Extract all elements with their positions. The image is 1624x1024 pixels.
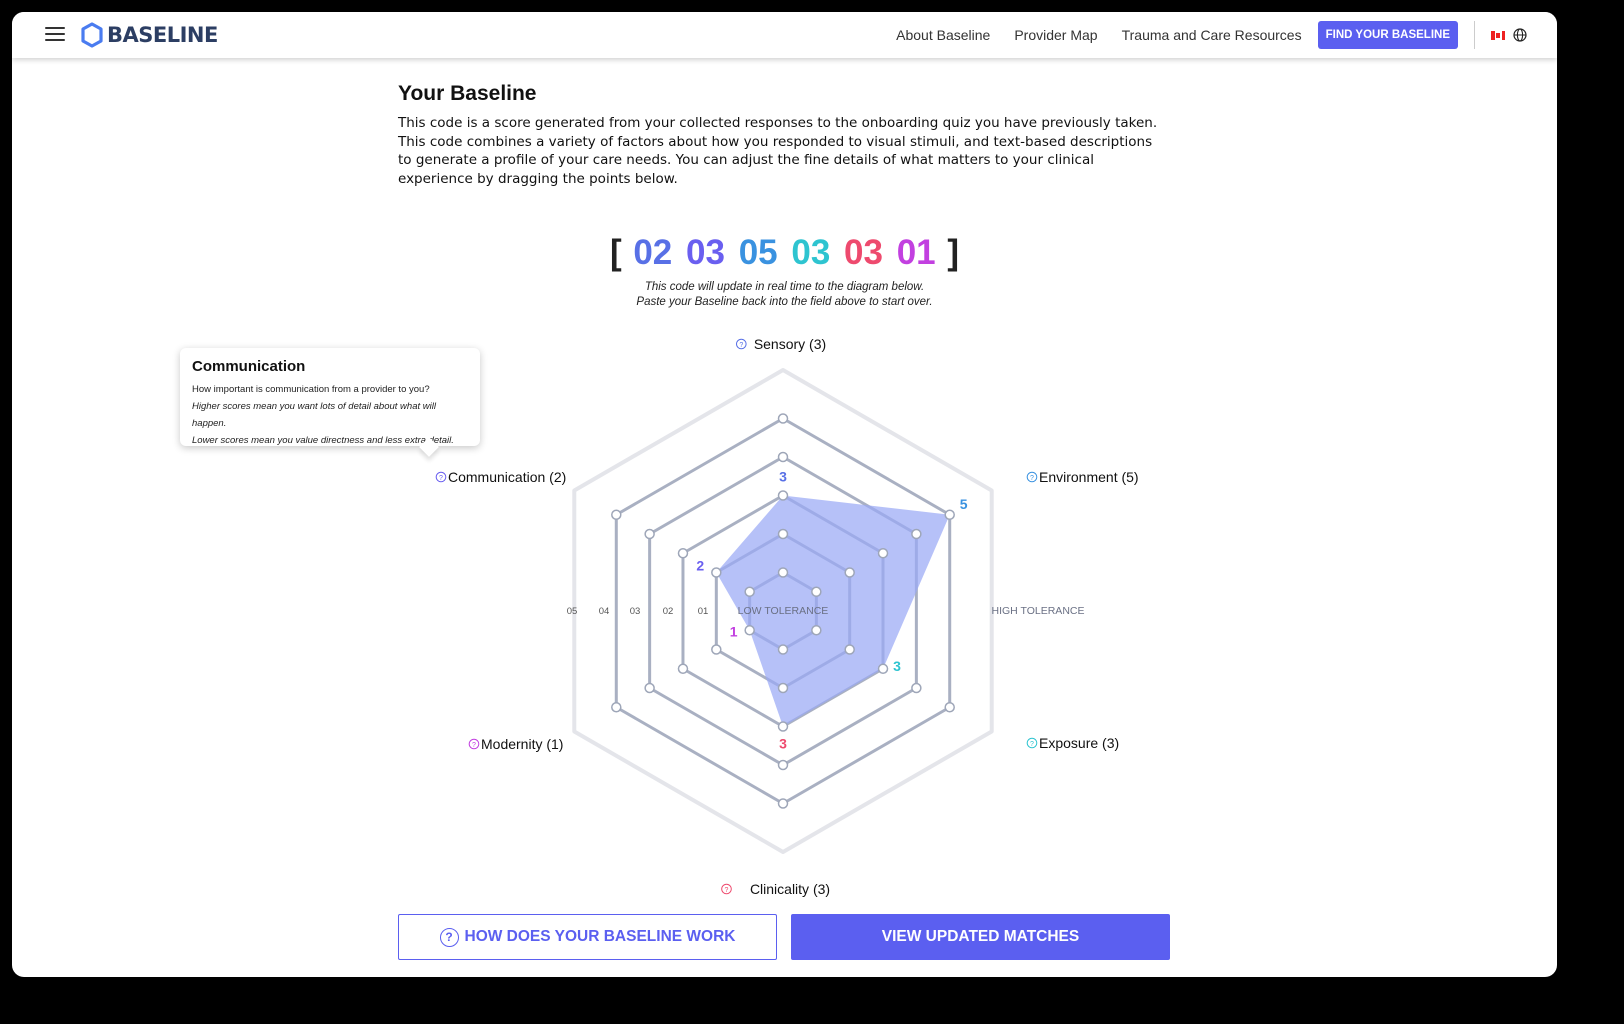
logo-text: BASELINE xyxy=(107,23,218,47)
radar-node-clinicality-5[interactable] xyxy=(777,798,789,809)
radar-node-environment-1[interactable] xyxy=(811,586,822,597)
axis-label-sensory[interactable]: Sensory (3)? xyxy=(736,336,827,352)
find-your-baseline-button[interactable]: FIND YOUR BASELINE xyxy=(1317,21,1458,49)
globe-icon[interactable] xyxy=(1513,28,1527,42)
nav-trauma-care-resources[interactable]: Trauma and Care Resources xyxy=(1122,27,1302,43)
help-icon-glyph-exposure: ? xyxy=(1030,741,1034,748)
help-circle-icon: ? xyxy=(439,927,459,947)
radar-node-exposure-2[interactable] xyxy=(844,644,855,655)
how-button-label: HOW DOES YOUR BASELINE WORK xyxy=(464,928,736,945)
axis-label-text-communication: Communication (2) xyxy=(448,469,566,485)
radar-value-sensory: 3 xyxy=(779,469,787,485)
nav-provider-map[interactable]: Provider Map xyxy=(1014,27,1097,43)
radar-node-environment-5[interactable] xyxy=(944,509,955,520)
radar-chart[interactable]: 3 5 3 3 1 2 05 04 03 02 01 LOW TOLERANCE HIGH TOLERA… xyxy=(12,12,1557,977)
radar-node-modernity-1[interactable] xyxy=(744,625,755,636)
radar-node-exposure-4[interactable] xyxy=(911,682,922,694)
logo[interactable]: BASELINE xyxy=(80,22,218,48)
high-tolerance-label: HIGH TOLERANCE xyxy=(992,605,1085,617)
axis-label-text-sensory: Sensory (3) xyxy=(754,336,826,352)
help-icon-glyph-sensory: ? xyxy=(739,342,743,349)
radar-node-clinicality-2[interactable] xyxy=(777,682,789,694)
radar-value-modernity: 1 xyxy=(730,623,738,639)
radar-node-sensory-1[interactable] xyxy=(777,567,789,578)
radar-node-clinicality-1[interactable] xyxy=(777,644,789,655)
radar-node-communication-3[interactable] xyxy=(677,548,689,559)
tooltip-line-1: How important is communication from a pr… xyxy=(192,384,430,395)
radar-value-exposure: 3 xyxy=(893,658,901,674)
top-nav: About Baseline Provider Map Trauma and C… xyxy=(896,12,1527,58)
radar-value-communication: 2 xyxy=(696,558,704,574)
radar-node-sensory-2[interactable] xyxy=(777,528,789,540)
how-does-baseline-work-button[interactable]: ? HOW DOES YOUR BASELINE WORK xyxy=(398,914,777,960)
radar-node-communication-2[interactable] xyxy=(711,567,722,578)
canada-flag-icon[interactable] xyxy=(1491,30,1505,40)
radar-node-sensory-3[interactable] xyxy=(777,490,789,501)
radar-ring-label-01: 01 xyxy=(698,606,709,617)
tooltip-line-2: Higher scores mean you want lots of deta… xyxy=(192,401,436,429)
radar-ring-label-05: 05 xyxy=(567,606,578,617)
radar-node-exposure-5[interactable] xyxy=(944,702,955,713)
help-icon-glyph-modernity: ? xyxy=(472,742,476,749)
axis-label-modernity[interactable]: Modernity (1)? xyxy=(468,736,563,752)
radar-node-environment-2[interactable] xyxy=(844,567,855,578)
nav-about-baseline[interactable]: About Baseline xyxy=(896,27,990,43)
axis-label-clinicality[interactable]: Clinicality (3)? xyxy=(721,881,830,897)
browser-frame: BASELINE About Baseline Provider Map Tra… xyxy=(12,12,1557,977)
low-tolerance-label: LOW TOLERANCE xyxy=(738,605,829,617)
radar-value-clinicality: 3 xyxy=(779,736,787,752)
radar-node-environment-4[interactable] xyxy=(911,528,922,540)
radar-node-clinicality-3[interactable] xyxy=(777,721,789,732)
tooltip-title: Communication xyxy=(192,358,306,375)
axis-label-text-exposure: Exposure (3) xyxy=(1039,735,1119,751)
radar-node-modernity-2[interactable] xyxy=(711,644,722,655)
radar-node-environment-3[interactable] xyxy=(877,548,889,559)
radar-node-modernity-3[interactable] xyxy=(677,663,689,674)
radar-ring-label-04: 04 xyxy=(599,606,610,617)
axis-label-exposure[interactable]: Exposure (3)? xyxy=(1026,735,1119,751)
help-icon-glyph-clinicality: ? xyxy=(725,887,729,894)
communication-tooltip: Communication How important is communica… xyxy=(180,348,480,446)
menu-icon[interactable] xyxy=(45,27,65,43)
radar-node-communication-5[interactable] xyxy=(611,509,622,520)
radar-ring-label-03: 03 xyxy=(630,606,641,617)
radar-node-exposure-3[interactable] xyxy=(877,663,889,674)
axis-label-text-environment: Environment (5) xyxy=(1039,469,1139,485)
view-updated-matches-button[interactable]: VIEW UPDATED MATCHES xyxy=(791,914,1170,960)
help-icon-glyph-communication: ? xyxy=(439,475,443,482)
radar-node-sensory-4[interactable] xyxy=(777,451,789,463)
axis-label-text-clinicality: Clinicality (3) xyxy=(750,881,830,897)
axis-label-communication[interactable]: Communication (2)? xyxy=(435,469,566,485)
radar-node-communication-4[interactable] xyxy=(644,528,655,540)
tooltip-line-3: Lower scores mean you value directness a… xyxy=(192,435,454,446)
hexagon-logo-icon xyxy=(81,22,103,48)
radar-node-exposure-1[interactable] xyxy=(811,625,822,636)
radar-value-environment: 5 xyxy=(960,496,968,512)
radar-node-sensory-5[interactable] xyxy=(777,413,789,424)
radar-node-clinicality-4[interactable] xyxy=(777,759,789,771)
radar-node-modernity-5[interactable] xyxy=(611,702,622,713)
radar-ring-label-02: 02 xyxy=(663,606,674,617)
nav-divider xyxy=(1474,21,1475,49)
axis-label-environment[interactable]: Environment (5)? xyxy=(1026,469,1139,485)
axis-label-text-modernity: Modernity (1) xyxy=(481,736,563,752)
radar-node-communication-1[interactable] xyxy=(744,586,755,597)
site-header: BASELINE About Baseline Provider Map Tra… xyxy=(12,12,1557,58)
radar-node-modernity-4[interactable] xyxy=(644,682,655,694)
help-icon-glyph-environment: ? xyxy=(1030,475,1034,482)
